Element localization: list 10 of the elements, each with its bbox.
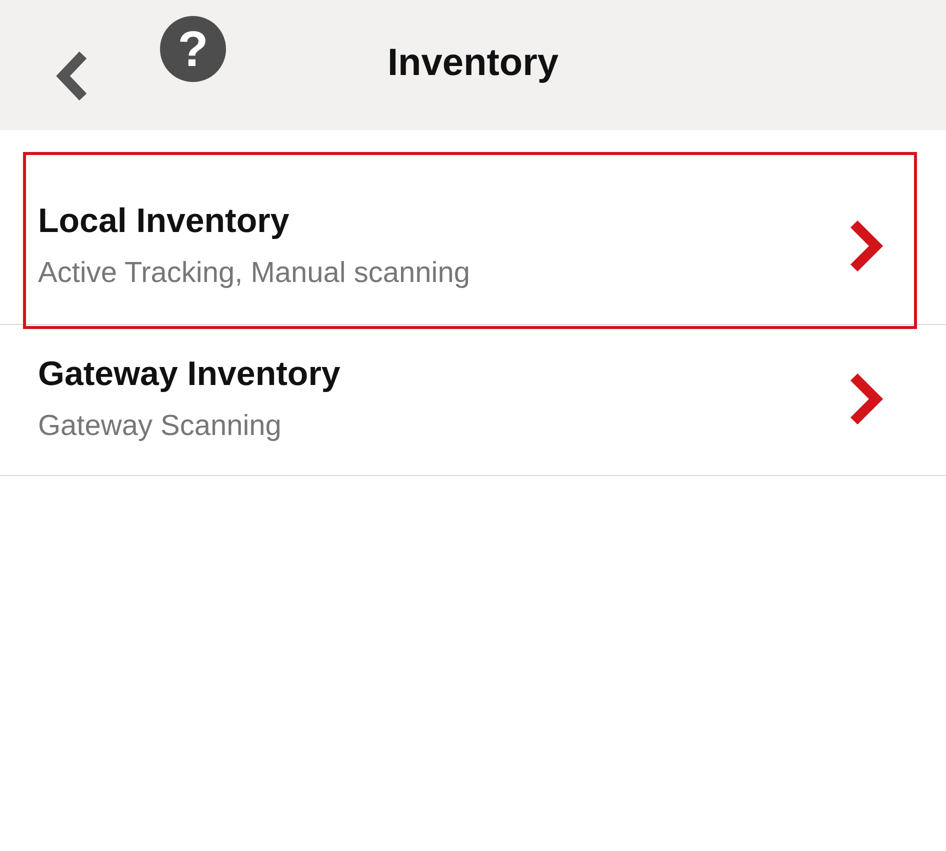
page-title: Inventory (386, 42, 560, 84)
inventory-option[interactable]: Local Inventory Active Tracking, Manual scanning (0, 130, 946, 325)
option-subtitle: Active Tracking, Manual scanning (38, 257, 470, 290)
chevron-icon (848, 373, 884, 425)
option-title: Gateway Inventory (38, 355, 340, 394)
option-title: Local Inventory (38, 202, 290, 241)
inventory-option[interactable]: Gateway Inventory Gateway Scanning (0, 325, 946, 476)
option-subtitle: Gateway Scanning (38, 410, 282, 443)
chevron-icon (848, 220, 884, 272)
help-button[interactable]: ? (160, 16, 226, 82)
